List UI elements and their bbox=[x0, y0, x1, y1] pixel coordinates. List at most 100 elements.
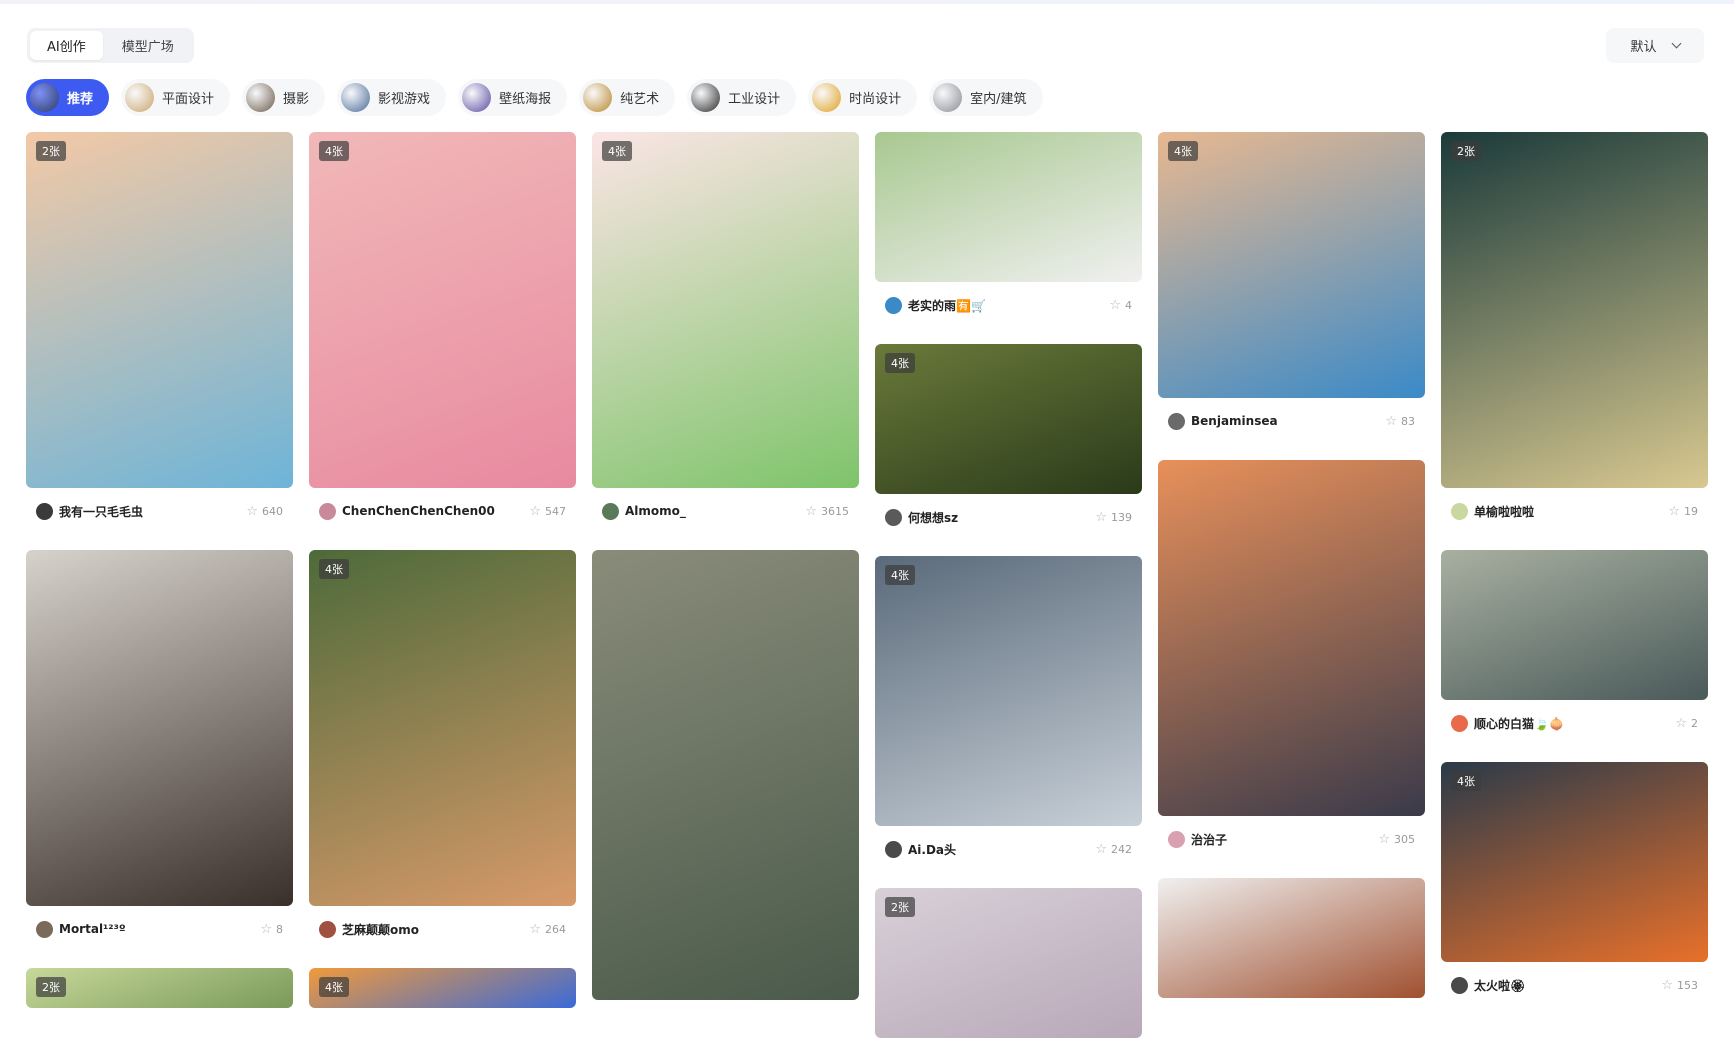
image-card[interactable]: 4张 Ai.Da头 ☆ 242 bbox=[875, 556, 1142, 872]
category-chip[interactable]: 推荐 bbox=[26, 79, 110, 116]
author-name: 治治子 bbox=[1191, 832, 1228, 847]
avatar bbox=[319, 502, 336, 520]
category-avatar-icon bbox=[812, 83, 842, 112]
top-gradient-bar bbox=[0, 0, 1734, 4]
card-author[interactable]: 顺心的白猫🍃🧅 bbox=[1451, 714, 1564, 732]
image-card[interactable]: 4张何想想sz ☆ 139 bbox=[875, 344, 1142, 540]
card-author[interactable]: Ai.Da头 bbox=[885, 840, 956, 858]
sort-dropdown[interactable]: 默认 bbox=[1606, 28, 1704, 63]
card-image[interactable] bbox=[592, 550, 859, 1000]
favorite-count[interactable]: ☆ 8 bbox=[260, 923, 283, 936]
image-card[interactable]: 4张 bbox=[309, 968, 576, 1008]
favorite-count[interactable]: ☆ 19 bbox=[1668, 505, 1698, 518]
image-card[interactable]: 4张 ChenChenChenChen00 ☆ 547 bbox=[309, 132, 576, 534]
card-image[interactable]: 2张 bbox=[26, 968, 293, 1008]
favorite-count[interactable]: ☆ 305 bbox=[1378, 833, 1415, 846]
tab-ai-create[interactable]: AI创作 bbox=[30, 31, 103, 60]
card-author[interactable]: 老实的雨🈶🛒 bbox=[885, 296, 986, 314]
card-image[interactable]: 4张 bbox=[592, 132, 859, 488]
image-card[interactable] bbox=[1158, 878, 1425, 998]
image-card[interactable]: 2张单榆啦啦啦 ☆ 19 bbox=[1441, 132, 1708, 534]
card-author[interactable]: 太火啦🏵 bbox=[1451, 976, 1526, 994]
favorite-count[interactable]: ☆ 4 bbox=[1109, 299, 1132, 312]
category-avatar-icon bbox=[691, 83, 721, 112]
card-image[interactable]: 4张 bbox=[309, 550, 576, 906]
favorite-count[interactable]: ☆ 242 bbox=[1095, 843, 1132, 856]
image-card[interactable]: 2张我有一只毛毛虫 ☆ 640 bbox=[26, 132, 293, 534]
image-card[interactable] bbox=[592, 550, 859, 1000]
favorite-count[interactable]: ☆ 264 bbox=[529, 923, 566, 936]
category-chip[interactable]: 室内/建筑 bbox=[929, 79, 1043, 116]
favorite-value: 242 bbox=[1111, 842, 1132, 856]
category-chip[interactable]: 壁纸海报 bbox=[458, 79, 568, 116]
card-meta: Benjaminsea ☆ 83 bbox=[1158, 398, 1425, 444]
star-icon: ☆ bbox=[1385, 413, 1397, 429]
card-image[interactable] bbox=[875, 132, 1142, 282]
card-image[interactable]: 4张 bbox=[1158, 132, 1425, 398]
card-author[interactable]: ChenChenChenChen00 bbox=[319, 502, 495, 520]
image-card[interactable]: Mortal¹²³º ☆ 8 bbox=[26, 550, 293, 952]
category-chip[interactable]: 影视游戏 bbox=[337, 79, 447, 116]
favorite-count[interactable]: ☆ 83 bbox=[1385, 415, 1415, 428]
card-author[interactable]: 何想想sz bbox=[885, 508, 959, 526]
avatar bbox=[885, 296, 902, 314]
card-image[interactable] bbox=[1158, 878, 1425, 998]
card-author[interactable]: 单榆啦啦啦 bbox=[1451, 502, 1534, 520]
category-chip[interactable]: 摄影 bbox=[242, 79, 326, 116]
card-author[interactable]: 芝麻颠颠omo bbox=[319, 920, 419, 938]
card-image[interactable] bbox=[1441, 550, 1708, 700]
image-card[interactable]: 4张 Almomo_ ☆ 3615 bbox=[592, 132, 859, 534]
card-author[interactable]: Benjaminsea bbox=[1168, 412, 1278, 430]
category-label: 平面设计 bbox=[162, 92, 215, 107]
favorite-value: 640 bbox=[262, 504, 283, 518]
image-card[interactable]: 老实的雨🈶🛒 ☆ 4 bbox=[875, 132, 1142, 328]
favorite-count[interactable]: ☆ 139 bbox=[1095, 511, 1132, 524]
card-meta: 太火啦🏵 ☆ 153 bbox=[1441, 962, 1708, 1008]
card-image[interactable]: 2张 bbox=[26, 132, 293, 488]
category-chip[interactable]: 时尚设计 bbox=[808, 79, 918, 116]
image-count-badge: 4张 bbox=[602, 141, 632, 161]
card-author[interactable]: 治治子 bbox=[1168, 830, 1228, 848]
card-image[interactable]: 4张 bbox=[309, 968, 576, 1008]
favorite-value: 139 bbox=[1111, 510, 1132, 524]
image-card[interactable]: 4张芝麻颠颠omo ☆ 264 bbox=[309, 550, 576, 952]
card-author[interactable]: 我有一只毛毛虫 bbox=[36, 502, 143, 520]
image-card[interactable]: 4张太火啦🏵 ☆ 153 bbox=[1441, 762, 1708, 1008]
card-meta: 治治子 ☆ 305 bbox=[1158, 816, 1425, 862]
favorite-count[interactable]: ☆ 640 bbox=[246, 505, 283, 518]
favorite-count[interactable]: ☆ 3615 bbox=[805, 505, 849, 518]
image-card[interactable]: 治治子 ☆ 305 bbox=[1158, 460, 1425, 862]
card-image[interactable]: 4张 bbox=[875, 556, 1142, 826]
card-image[interactable] bbox=[1158, 460, 1425, 816]
category-chip[interactable]: 纯艺术 bbox=[579, 79, 676, 116]
image-card[interactable]: 2张 bbox=[26, 968, 293, 1008]
favorite-count[interactable]: ☆ 153 bbox=[1661, 979, 1698, 992]
author-name: Almomo_ bbox=[625, 504, 686, 518]
image-card[interactable]: 4张 Benjaminsea ☆ 83 bbox=[1158, 132, 1425, 444]
author-name: 太火啦🏵 bbox=[1474, 978, 1526, 993]
chevron-down-icon bbox=[1671, 38, 1681, 49]
favorite-count[interactable]: ☆ 2 bbox=[1675, 717, 1698, 730]
image-card[interactable]: 顺心的白猫🍃🧅 ☆ 2 bbox=[1441, 550, 1708, 746]
image-count-badge: 2张 bbox=[36, 141, 66, 161]
sort-label: 默认 bbox=[1630, 40, 1657, 55]
category-chip[interactable]: 平面设计 bbox=[121, 79, 231, 116]
image-count-badge: 2张 bbox=[36, 977, 66, 997]
favorite-count[interactable]: ☆ 547 bbox=[529, 505, 566, 518]
card-image[interactable]: 4张 bbox=[309, 132, 576, 488]
author-name: 何想想sz bbox=[908, 510, 959, 525]
category-chips: 推荐 平面设计 摄影 影视游戏 壁纸海报 纯艺术 工业设计 时尚设计 室内/建筑 bbox=[26, 79, 1043, 116]
card-image[interactable]: 4张 bbox=[875, 344, 1142, 494]
category-chip[interactable]: 工业设计 bbox=[687, 79, 797, 116]
card-image[interactable]: 2张 bbox=[1441, 132, 1708, 488]
avatar bbox=[36, 502, 53, 520]
category-avatar-icon bbox=[30, 83, 59, 112]
tab-model-square[interactable]: 模型广场 bbox=[105, 31, 191, 60]
card-author[interactable]: Almomo_ bbox=[602, 502, 686, 520]
card-image[interactable] bbox=[26, 550, 293, 906]
card-image[interactable]: 2张 bbox=[875, 888, 1142, 1038]
card-author[interactable]: Mortal¹²³º bbox=[36, 920, 126, 938]
author-name: Benjaminsea bbox=[1191, 414, 1278, 428]
card-image[interactable]: 4张 bbox=[1441, 762, 1708, 962]
image-card[interactable]: 2张 bbox=[875, 888, 1142, 1038]
